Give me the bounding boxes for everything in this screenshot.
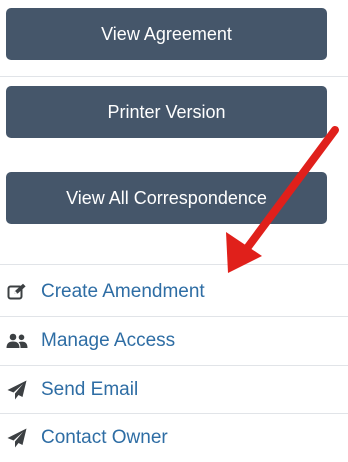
view-agreement-button[interactable]: View Agreement: [6, 8, 327, 60]
send-email-link[interactable]: Send Email: [0, 366, 348, 414]
paper-plane-icon: [6, 380, 28, 400]
users-icon: [6, 331, 28, 351]
paper-plane-icon: [6, 428, 28, 448]
divider: [0, 76, 348, 77]
divider: [0, 264, 348, 265]
view-all-correspondence-button[interactable]: View All Correspondence: [6, 172, 327, 224]
menu-item-label: Contact Owner: [41, 427, 168, 448]
menu-item-label: Create Amendment: [41, 281, 205, 302]
contact-owner-link[interactable]: Contact Owner: [0, 414, 348, 462]
menu-item-label: Send Email: [41, 379, 139, 400]
edit-icon: [6, 282, 28, 302]
printer-version-button[interactable]: Printer Version: [6, 86, 327, 138]
manage-access-link[interactable]: Manage Access: [0, 317, 348, 365]
create-amendment-link[interactable]: Create Amendment: [0, 268, 348, 316]
menu-item-label: Manage Access: [41, 330, 176, 351]
